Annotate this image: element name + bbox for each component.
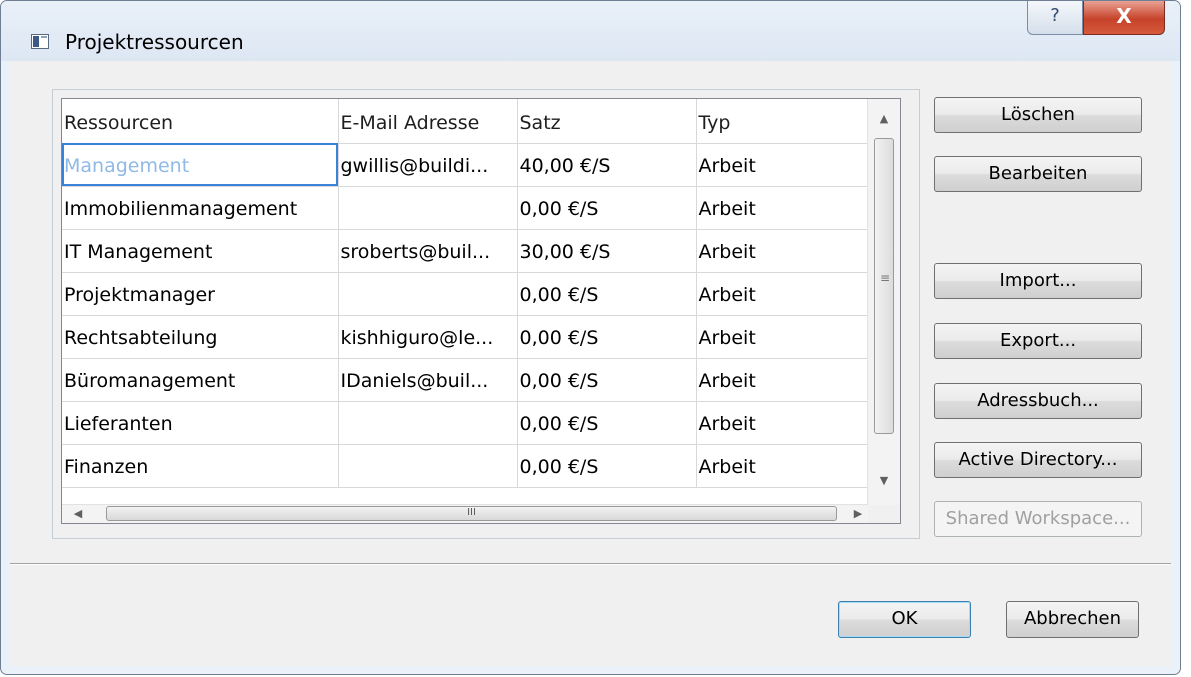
scroll-right-icon[interactable]: ▶ <box>846 505 870 523</box>
scroll-grip-icon: III <box>467 507 476 518</box>
resource-name-cell[interactable]: Rechtsabteilung <box>62 315 339 359</box>
import-button[interactable]: Import... <box>934 263 1142 299</box>
resource-name-cell[interactable]: Management <box>62 143 339 187</box>
rate-cell[interactable]: 0,00 €/S <box>517 315 697 359</box>
table-row[interactable]: Lieferanten 0,00 €/S Arbeit <box>62 401 869 445</box>
rate-cell[interactable]: 0,00 €/S <box>517 186 697 230</box>
column-header-resources[interactable]: Ressourcen <box>62 99 339 144</box>
email-cell[interactable] <box>338 401 518 445</box>
help-button[interactable]: ? <box>1027 1 1083 35</box>
edit-button[interactable]: Bearbeiten <box>934 156 1142 192</box>
resource-name-cell[interactable]: Projektmanager <box>62 272 339 316</box>
rate-cell[interactable]: 0,00 €/S <box>517 272 697 316</box>
export-button[interactable]: Export... <box>934 323 1142 359</box>
resource-name-cell[interactable]: Lieferanten <box>62 401 339 445</box>
resource-name-cell[interactable]: IT Management <box>62 229 339 273</box>
horizontal-scrollbar[interactable]: ◀ III ▶ <box>62 504 868 523</box>
type-cell[interactable]: Arbeit <box>696 401 869 445</box>
type-cell[interactable]: Arbeit <box>696 358 869 402</box>
dialog-title: Projektressourcen <box>65 30 244 54</box>
email-cell[interactable]: sroberts@buil... <box>338 229 518 273</box>
resource-grid[interactable]: Ressourcen E-Mail Adresse Satz Typ Manag… <box>61 98 901 524</box>
table-row[interactable]: Immobilienmanagement 0,00 €/S Arbeit <box>62 186 869 230</box>
email-cell[interactable]: kishhiguro@le... <box>338 315 518 359</box>
resource-name-cell[interactable]: Finanzen <box>62 444 339 488</box>
window-app-icon <box>31 34 49 49</box>
table-row[interactable]: IT Management sroberts@buil... 30,00 €/S… <box>62 229 869 273</box>
table-row[interactable]: Finanzen 0,00 €/S Arbeit <box>62 444 869 488</box>
footer-separator <box>10 563 1171 565</box>
table-row[interactable]: Rechtsabteilung kishhiguro@le... 0,00 €/… <box>62 315 869 359</box>
rate-cell[interactable]: 40,00 €/S <box>517 143 697 187</box>
table-row[interactable]: Projektmanager 0,00 €/S Arbeit <box>62 272 869 316</box>
email-cell[interactable] <box>338 186 518 230</box>
type-cell[interactable]: Arbeit <box>696 186 869 230</box>
scroll-up-icon[interactable]: ▲ <box>868 107 900 131</box>
email-cell[interactable] <box>338 444 518 488</box>
title-bar[interactable]: Projektressourcen ? X <box>1 1 1180 61</box>
horizontal-scroll-thumb[interactable]: III <box>106 506 837 521</box>
vertical-scroll-thumb[interactable]: ≡ <box>874 138 894 434</box>
ok-button[interactable]: OK <box>838 601 971 638</box>
active-directory-button[interactable]: Active Directory... <box>934 442 1142 478</box>
rate-cell[interactable]: 0,00 €/S <box>517 358 697 402</box>
column-header-type[interactable]: Typ <box>696 99 869 144</box>
table-row[interactable]: Management gwillis@buildi... 40,00 €/S A… <box>62 143 869 187</box>
rate-cell[interactable]: 0,00 €/S <box>517 401 697 445</box>
help-icon: ? <box>1050 5 1060 26</box>
scroll-left-icon[interactable]: ◀ <box>66 505 90 523</box>
type-cell[interactable]: Arbeit <box>696 229 869 273</box>
type-cell[interactable]: Arbeit <box>696 143 869 187</box>
rate-cell[interactable]: 30,00 €/S <box>517 229 697 273</box>
vertical-scrollbar[interactable]: ▲ ≡ ▼ <box>867 99 900 506</box>
column-header-rate[interactable]: Satz <box>517 99 697 144</box>
resource-name-cell[interactable]: Büromanagement <box>62 358 339 402</box>
cancel-button[interactable]: Abbrechen <box>1006 601 1139 638</box>
header-row: Ressourcen E-Mail Adresse Satz Typ <box>62 99 869 144</box>
type-cell[interactable]: Arbeit <box>696 315 869 359</box>
type-cell[interactable]: Arbeit <box>696 272 869 316</box>
column-header-email[interactable]: E-Mail Adresse <box>338 99 518 144</box>
close-icon: X <box>1116 4 1132 28</box>
type-cell[interactable]: Arbeit <box>696 444 869 488</box>
resource-name-cell[interactable]: Immobilienmanagement <box>62 186 339 230</box>
scroll-down-icon[interactable]: ▼ <box>868 469 900 493</box>
address-book-button[interactable]: Adressbuch... <box>934 383 1142 419</box>
table-row[interactable]: Büromanagement IDaniels@buil... 0,00 €/S… <box>62 358 869 402</box>
scroll-grip-icon: ≡ <box>880 271 891 285</box>
resource-table: Ressourcen E-Mail Adresse Satz Typ Manag… <box>62 99 869 488</box>
shared-workspace-button: Shared Workspace... <box>934 501 1142 537</box>
email-cell[interactable] <box>338 272 518 316</box>
email-cell[interactable]: gwillis@buildi... <box>338 143 518 187</box>
project-resources-dialog: Projektressourcen ? X Ressourcen E-Mail … <box>0 0 1181 675</box>
rate-cell[interactable]: 0,00 €/S <box>517 444 697 488</box>
delete-button[interactable]: Löschen <box>934 97 1142 133</box>
email-cell[interactable]: IDaniels@buil... <box>338 358 518 402</box>
close-button[interactable]: X <box>1083 1 1165 35</box>
scrollbar-corner <box>868 505 900 523</box>
dialog-client-area: Ressourcen E-Mail Adresse Satz Typ Manag… <box>10 61 1171 666</box>
